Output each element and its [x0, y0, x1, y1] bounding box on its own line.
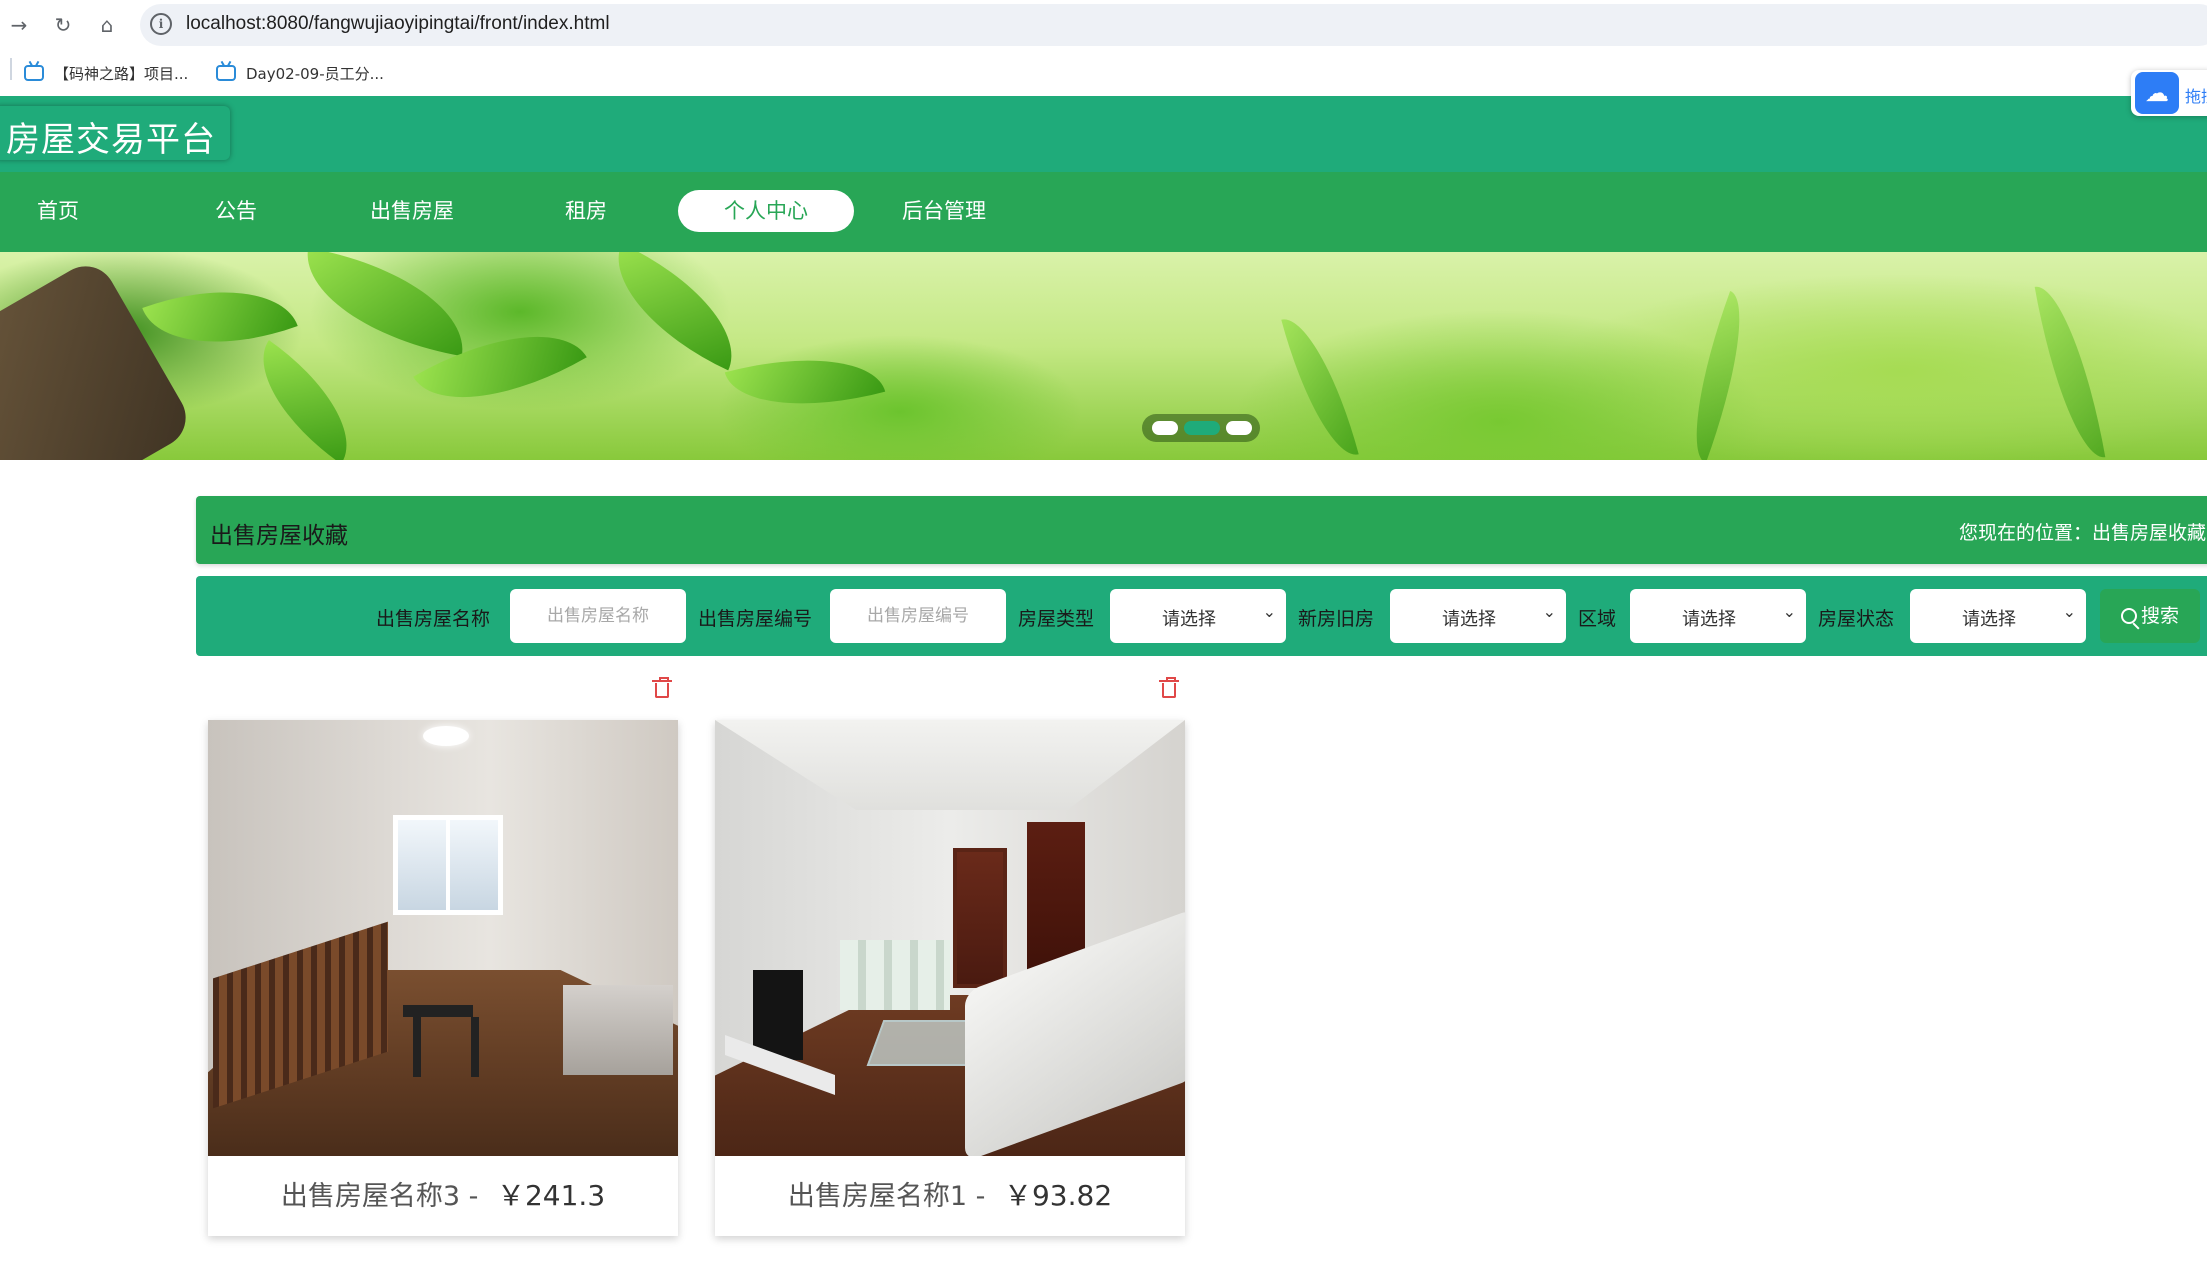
- age-filter-label: 新房旧房: [1298, 608, 1375, 630]
- cloud-icon: ☁: [2135, 72, 2179, 114]
- main-nav: 首页 公告 出售房屋 租房 个人中心 后台管理: [0, 172, 2207, 252]
- nav-item-notice[interactable]: 公告: [148, 190, 324, 232]
- nav-item-personal-center[interactable]: 个人中心: [678, 190, 854, 232]
- page-title: 出售房屋收藏: [210, 523, 348, 549]
- carousel-dot-2[interactable]: [1184, 421, 1220, 435]
- site-header: 房屋交易平台: [0, 96, 2207, 172]
- bookmark-item[interactable]: 【码神之路】项目...: [24, 60, 188, 86]
- area-filter-select[interactable]: 请选择 ⌄: [1630, 589, 1806, 643]
- bookmark-item[interactable]: Day02-09-员工分...: [216, 60, 384, 86]
- forward-icon[interactable]: →: [4, 10, 34, 40]
- nav-item-rent[interactable]: 租房: [498, 190, 674, 232]
- banner-branch: [0, 255, 197, 460]
- select-value: 请选择: [1162, 609, 1216, 630]
- search-icon: [2120, 608, 2137, 624]
- banner-grass: [1281, 309, 1359, 460]
- house-price: ￥93.82: [1003, 1179, 1113, 1212]
- carousel-indicator: [1142, 414, 1260, 442]
- house-name: 出售房屋名称3: [280, 1181, 461, 1212]
- house-name: 出售房屋名称1: [787, 1181, 968, 1212]
- baidu-netdisk-widget[interactable]: ☁ 拖拽: [2131, 70, 2207, 116]
- select-value: 请选择: [1962, 609, 2016, 630]
- code-filter-label: 出售房屋编号: [698, 608, 813, 630]
- bookmark-label: Day02-09-员工分...: [246, 64, 384, 83]
- age-filter-select[interactable]: 请选择 ⌄: [1390, 589, 1566, 643]
- chevron-down-icon: ⌄: [1782, 602, 1796, 621]
- nav-item-admin[interactable]: 后台管理: [856, 190, 1032, 232]
- caption-separator: -: [975, 1181, 986, 1212]
- delete-favorite-icon[interactable]: [651, 677, 673, 700]
- banner-leaf: [592, 252, 758, 371]
- bookmarks-divider: [10, 58, 12, 80]
- bookmarks-bar: 【码神之路】项目... Day02-09-员工分...: [0, 50, 2207, 96]
- chevron-down-icon: ⌄: [2062, 602, 2076, 621]
- banner-leaf: [234, 340, 376, 460]
- banner-leaf: [724, 333, 886, 431]
- carousel-dot-1[interactable]: [1152, 421, 1178, 435]
- house-caption: 出售房屋名称3 - ￥241.3: [208, 1156, 678, 1236]
- type-filter-select[interactable]: 请选择 ⌄: [1110, 589, 1286, 643]
- breadcrumb-bar: 出售房屋收藏 您现在的位置：出售房屋收藏: [196, 496, 2207, 564]
- search-button-label: 搜索: [2140, 605, 2179, 627]
- banner-grass: [2034, 279, 2106, 460]
- select-value: 请选择: [1442, 609, 1496, 630]
- home-icon[interactable]: ⌂: [92, 10, 122, 40]
- reload-icon[interactable]: ↻: [48, 10, 78, 40]
- browser-toolbar: → ↻ ⌂ i localhost:8080/fangwujiaoyipingt…: [0, 0, 2207, 50]
- banner-grass: [1672, 290, 1764, 460]
- house-price: ￥241.3: [496, 1179, 606, 1212]
- banner-carousel: [0, 252, 2207, 460]
- breadcrumb: 您现在的位置：出售房屋收藏: [1958, 522, 2206, 544]
- site-info-icon[interactable]: i: [150, 13, 172, 35]
- brand-title: 房屋交易平台: [6, 120, 216, 160]
- chevron-down-icon: ⌄: [1542, 602, 1556, 621]
- area-filter-label: 区域: [1578, 608, 1617, 630]
- address-url[interactable]: localhost:8080/fangwujiaoyipingtai/front…: [186, 13, 610, 35]
- nav-item-home[interactable]: 首页: [0, 190, 146, 232]
- bilibili-icon: [24, 65, 44, 81]
- status-filter-select[interactable]: 请选择 ⌄: [1910, 589, 2086, 643]
- delete-favorite-icon[interactable]: [1158, 677, 1180, 700]
- caption-separator: -: [468, 1181, 479, 1212]
- house-photo[interactable]: [208, 720, 678, 1156]
- house-photo[interactable]: [715, 720, 1185, 1156]
- trash-icon: [1159, 677, 1179, 682]
- select-value: 请选择: [1682, 609, 1736, 630]
- search-button[interactable]: 搜索: [2100, 589, 2200, 643]
- house-caption: 出售房屋名称1 - ￥93.82: [715, 1156, 1185, 1236]
- carousel-dot-3[interactable]: [1226, 421, 1252, 435]
- widget-label: 拖拽: [2185, 87, 2207, 106]
- house-card[interactable]: 出售房屋名称1 - ￥93.82: [715, 720, 1185, 1236]
- type-filter-label: 房屋类型: [1018, 608, 1095, 630]
- chevron-down-icon: ⌄: [1262, 602, 1276, 621]
- filter-bar: 出售房屋名称 出售房屋编号 房屋类型 请选择 ⌄ 新房旧房 请选择 ⌄ 区域 请…: [196, 576, 2207, 656]
- nav-item-sale-house[interactable]: 出售房屋: [324, 190, 500, 232]
- trash-icon: [652, 677, 672, 682]
- name-filter-input[interactable]: [510, 589, 686, 643]
- brand-box[interactable]: 房屋交易平台: [0, 106, 230, 160]
- banner-leaf: [294, 252, 476, 357]
- code-filter-input[interactable]: [830, 589, 1006, 643]
- house-card[interactable]: 出售房屋名称3 - ￥241.3: [208, 720, 678, 1236]
- status-filter-label: 房屋状态: [1818, 608, 1895, 630]
- bookmark-label: 【码神之路】项目...: [54, 64, 189, 83]
- address-bar[interactable]: i localhost:8080/fangwujiaoyipingtai/fro…: [140, 4, 2207, 46]
- name-filter-label: 出售房屋名称: [376, 608, 491, 630]
- bilibili-icon: [216, 65, 236, 81]
